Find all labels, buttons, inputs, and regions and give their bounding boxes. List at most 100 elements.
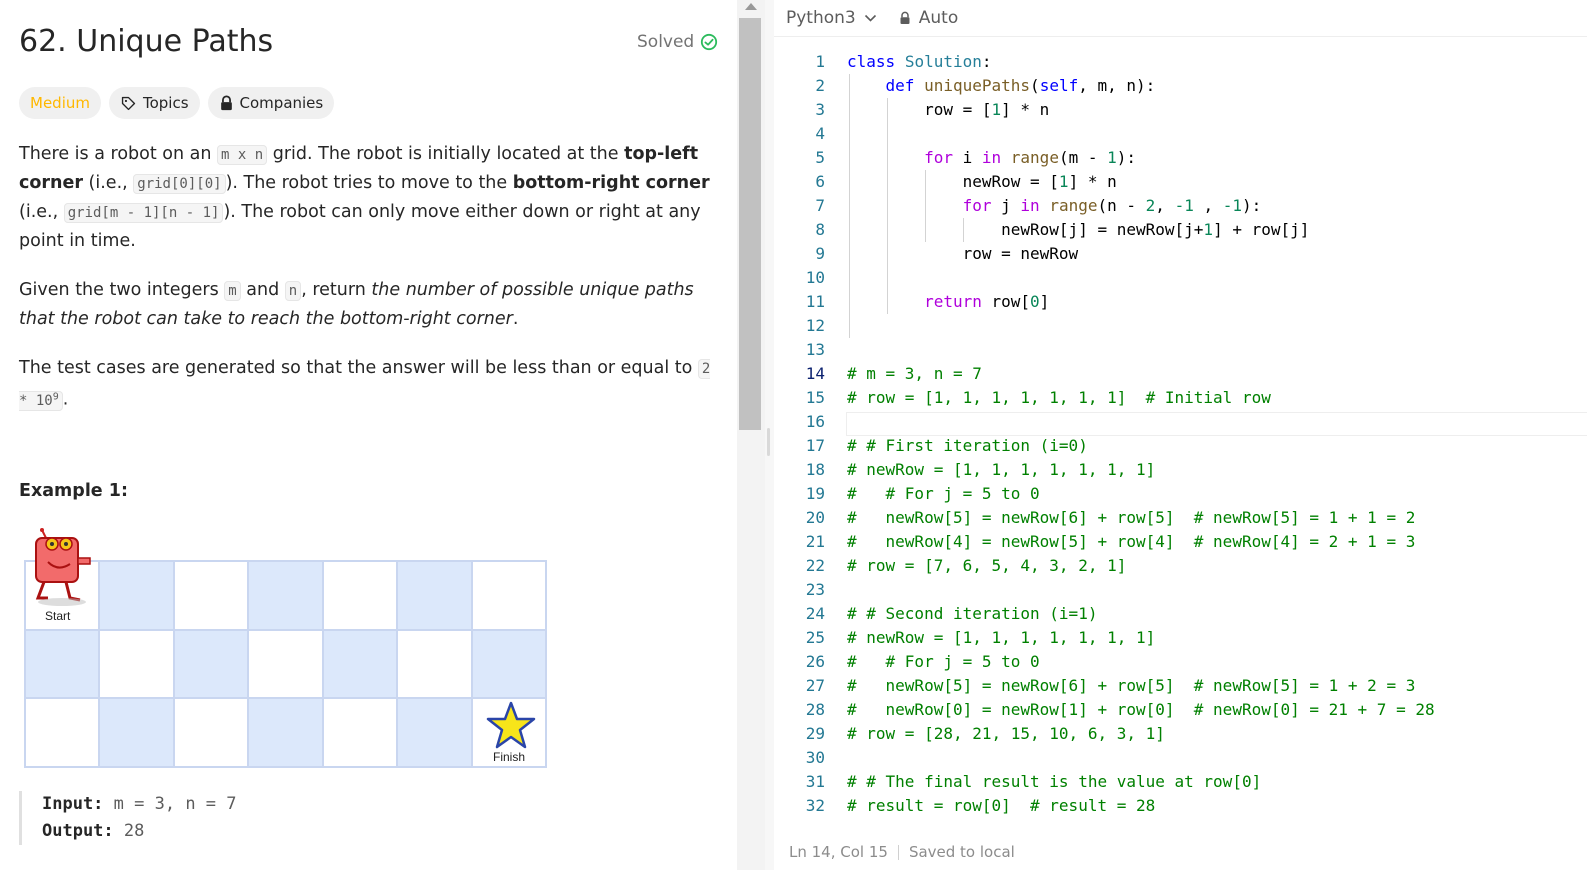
- code-text: row = newRow: [847, 242, 1079, 266]
- code-line[interactable]: 15 # row = [1, 1, 1, 1, 1, 1, 1] # Initia…: [774, 386, 1587, 410]
- line-number: 20: [805, 508, 825, 527]
- code-line[interactable]: 21 # newRow[4] = newRow[5] + row[4] # new…: [774, 530, 1587, 554]
- code-text: # newRow = [1, 1, 1, 1, 1, 1, 1]: [847, 458, 1155, 482]
- desc-text: .: [512, 309, 519, 329]
- code-line[interactable]: 3 row = [1] * n: [774, 98, 1587, 122]
- code-line[interactable]: 7 for j in range(n - 2, -1 , -1):: [774, 194, 1587, 218]
- code-text: # m = 3, n = 7: [847, 362, 982, 386]
- code-line[interactable]: 32 # result = row[0] # result = 28: [774, 794, 1587, 818]
- code-token: def: [885, 76, 915, 95]
- code-line[interactable]: 31 # # The final result is the value at r…: [774, 770, 1587, 794]
- example-output-line: Output: 28: [42, 818, 237, 845]
- code-line[interactable]: 27 # newRow[5] = newRow[6] + row[5] # new…: [774, 674, 1587, 698]
- code-line[interactable]: 19 # # For j = 5 to 0: [774, 482, 1587, 506]
- resize-handle[interactable]: [767, 428, 770, 456]
- code-token: range: [1049, 196, 1098, 215]
- code-line[interactable]: 9 row = newRow: [774, 242, 1587, 266]
- code-line[interactable]: 22 # row = [7, 6, 5, 4, 3, 2, 1]: [774, 554, 1587, 578]
- constraint-exponent: 9: [52, 391, 59, 402]
- code-token: :: [981, 52, 992, 71]
- code-line[interactable]: 1 class Solution:: [774, 50, 1587, 74]
- language-selector[interactable]: Python3: [786, 8, 877, 28]
- panel-resize-divider[interactable]: [765, 0, 774, 870]
- code-line[interactable]: 20 # newRow[5] = newRow[6] + row[5] # new…: [774, 506, 1587, 530]
- code-line[interactable]: 10: [774, 266, 1587, 290]
- desc-text: , return: [301, 280, 372, 300]
- scroll-thumb[interactable]: [739, 18, 761, 430]
- line-number: 5: [815, 148, 825, 167]
- grid-cell: [99, 698, 174, 767]
- grid-cell: [322, 698, 398, 767]
- code-line[interactable]: 16: [774, 410, 1587, 434]
- desc-text: Given the two integers: [19, 280, 225, 300]
- description-scrollbar[interactable]: [737, 0, 765, 870]
- code-line[interactable]: 25 # newRow = [1, 1, 1, 1, 1, 1, 1]: [774, 626, 1587, 650]
- status-separator: [897, 844, 899, 860]
- code-token: in: [981, 148, 1002, 167]
- line-number: 28: [805, 700, 825, 719]
- save-status: Saved to local: [908, 843, 1015, 861]
- code-token: # row = [28, 21, 15, 10, 6, 3, 1]: [847, 724, 1165, 743]
- code-token: 1: [1058, 172, 1069, 191]
- code-line[interactable]: 11 return row[0]: [774, 290, 1587, 314]
- code-token: Solution: [904, 52, 982, 71]
- code-token: 1: [991, 100, 1002, 119]
- code-line[interactable]: 8 newRow[j] = newRow[j+1] + row[j]: [774, 218, 1587, 242]
- code-token: # row = [7, 6, 5, 4, 3, 2, 1]: [847, 556, 1127, 575]
- topics-button[interactable]: Topics: [108, 87, 200, 119]
- code-token: row[: [981, 292, 1031, 311]
- description-paragraph-3: The test cases are generated so that the…: [19, 354, 719, 415]
- desc-text: grid. The robot is initially located at …: [267, 144, 625, 164]
- code-token: # m = 3, n = 7: [847, 364, 982, 383]
- line-number: 11: [805, 292, 825, 311]
- grid-cell: [471, 561, 546, 630]
- code-line[interactable]: 28 # newRow[0] = newRow[1] + row[0] # new…: [774, 698, 1587, 722]
- code-line[interactable]: 12: [774, 314, 1587, 338]
- line-number: 16: [805, 412, 825, 431]
- code-line[interactable]: 18 # newRow = [1, 1, 1, 1, 1, 1, 1]: [774, 458, 1587, 482]
- code-text: # row = [1, 1, 1, 1, 1, 1, 1] # Initial …: [847, 386, 1271, 410]
- inline-code: m x n: [217, 145, 268, 165]
- code-text: # newRow = [1, 1, 1, 1, 1, 1, 1]: [847, 626, 1155, 650]
- code-token: 1: [1203, 220, 1214, 239]
- code-token: # row = [1, 1, 1, 1, 1, 1, 1] # Initial …: [847, 388, 1271, 407]
- code-token: i: [952, 148, 982, 167]
- start-label: Start: [45, 609, 71, 623]
- auto-mode-button[interactable]: Auto: [899, 8, 958, 28]
- code-token: ,: [1193, 196, 1223, 215]
- inline-code: n: [284, 281, 302, 301]
- code-line[interactable]: 14 # m = 3, n = 7: [774, 362, 1587, 386]
- example-title: Example 1:: [19, 481, 128, 501]
- line-number: 19: [805, 484, 825, 503]
- code-line[interactable]: 2 def uniquePaths(self, m, n):: [774, 74, 1587, 98]
- code-line[interactable]: 17 # # First iteration (i=0): [774, 434, 1587, 458]
- line-number: 15: [805, 388, 825, 407]
- tag-row: Medium Topics Companies: [19, 87, 335, 119]
- code-text: # newRow[0] = newRow[1] + row[0] # newRo…: [847, 698, 1435, 722]
- code-token: # # For j = 5 to 0: [847, 652, 1040, 671]
- difficulty-badge[interactable]: Medium: [19, 87, 101, 119]
- code-line[interactable]: 4: [774, 122, 1587, 146]
- code-line[interactable]: 30: [774, 746, 1587, 770]
- code-line[interactable]: 6 newRow = [1] * n: [774, 170, 1587, 194]
- companies-button[interactable]: Companies: [207, 87, 335, 119]
- code-line[interactable]: 24 # # Second iteration (i=1): [774, 602, 1587, 626]
- description-paragraph-2: Given the two integers m and n, return t…: [19, 276, 719, 333]
- code-token: (m -: [1058, 148, 1108, 167]
- code-line[interactable]: 13: [774, 338, 1587, 362]
- code-text: def uniquePaths(self, m, n):: [847, 74, 1156, 98]
- line-number: 9: [815, 244, 825, 263]
- auto-mode-label: Auto: [918, 8, 959, 28]
- grid-cell: [322, 561, 398, 630]
- desc-text: (i.e.,: [82, 173, 134, 193]
- scroll-up-arrow-icon[interactable]: [745, 3, 757, 10]
- code-line[interactable]: 5 for i in range(m - 1):: [774, 146, 1587, 170]
- code-token: # newRow[4] = newRow[5] + row[4] # newRo…: [847, 532, 1416, 551]
- grid-cell: [397, 698, 472, 767]
- code-line[interactable]: 26 # # For j = 5 to 0: [774, 650, 1587, 674]
- code-line[interactable]: 23: [774, 578, 1587, 602]
- code-text: # # The final result is the value at row…: [847, 770, 1261, 794]
- code-line[interactable]: 29 # row = [28, 21, 15, 10, 6, 3, 1]: [774, 722, 1587, 746]
